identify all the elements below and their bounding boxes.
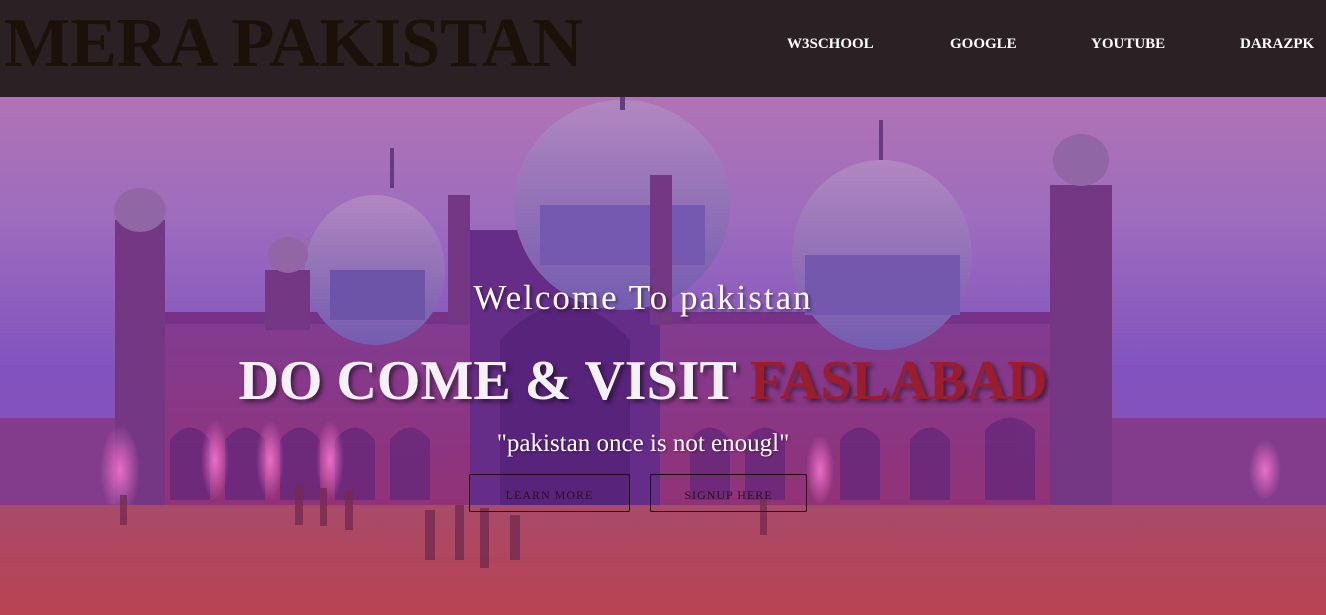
hero-headline-main: DO COME & VISIT — [238, 350, 750, 412]
nav-link-darazpk[interactable]: DARAZPK — [1240, 36, 1314, 53]
nav-link-youtube[interactable]: YOUTUBE — [1091, 36, 1165, 53]
signup-button[interactable]: SIGNUP HERE — [650, 474, 807, 512]
page: MERA PAKISTAN W3SCHOOL GOOGLE YOUTUBE DA… — [0, 0, 1326, 615]
hero-tagline: "pakistan once is not enougl" — [496, 430, 790, 457]
hero-headline: DO COME & VISIT FASLABAD — [0, 349, 1286, 413]
top-navbar: MERA PAKISTAN W3SCHOOL GOOGLE YOUTUBE DA… — [0, 0, 1326, 97]
hero-welcome-text: Welcome To pakistan — [473, 278, 813, 317]
nav-link-google[interactable]: GOOGLE — [950, 36, 1017, 53]
nav-links: W3SCHOOL GOOGLE YOUTUBE DARAZPK — [0, 36, 1326, 56]
learn-more-button[interactable]: LEARN MORE — [469, 474, 630, 512]
hero-headline-accent: FASLABAD — [749, 350, 1048, 412]
nav-link-w3school[interactable]: W3SCHOOL — [787, 36, 874, 53]
